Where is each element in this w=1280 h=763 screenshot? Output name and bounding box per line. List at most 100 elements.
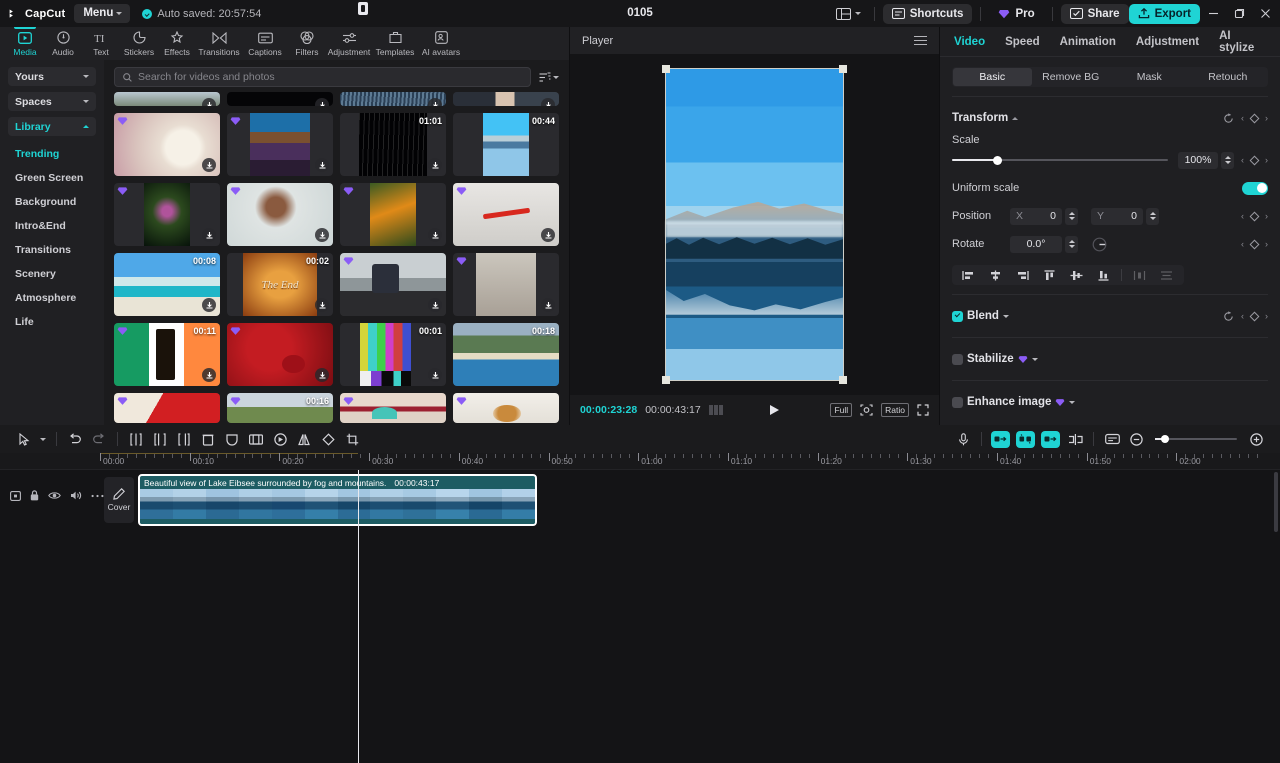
- timeline-scrollbar[interactable]: [1274, 472, 1278, 761]
- media-cell[interactable]: [227, 323, 333, 386]
- keyframe-prev-icon[interactable]: ‹: [1241, 211, 1244, 221]
- download-icon[interactable]: [315, 368, 329, 382]
- keyframe-next-icon[interactable]: ›: [1265, 155, 1268, 165]
- tab-video[interactable]: Video: [954, 36, 985, 48]
- media-cell[interactable]: 00:44: [453, 113, 559, 176]
- split-icon[interactable]: [124, 428, 148, 450]
- tab-filters[interactable]: Filters: [288, 27, 326, 60]
- align-left-icon[interactable]: [956, 266, 981, 284]
- chevron-down-icon[interactable]: [1032, 358, 1038, 361]
- distribute-h-icon[interactable]: [1127, 266, 1152, 284]
- tab-media[interactable]: Media: [6, 27, 44, 60]
- resize-handle-top-right[interactable]: [839, 65, 847, 73]
- position-x-stepper[interactable]: [1065, 208, 1078, 225]
- segment-mask[interactable]: Mask: [1110, 68, 1189, 86]
- align-bottom-icon[interactable]: [1091, 266, 1116, 284]
- media-cell[interactable]: [114, 393, 220, 423]
- keyframe-next-icon[interactable]: ›: [1265, 311, 1268, 321]
- media-cell[interactable]: [227, 113, 333, 176]
- download-icon[interactable]: [202, 298, 216, 312]
- resize-handle-bottom-left[interactable]: [662, 376, 670, 384]
- mirror-icon[interactable]: [292, 428, 316, 450]
- keyframe-prev-icon[interactable]: ‹: [1241, 239, 1244, 249]
- sidebar-item-transitions[interactable]: Transitions: [8, 238, 96, 262]
- download-icon[interactable]: [202, 368, 216, 382]
- select-tool-icon[interactable]: [12, 428, 36, 450]
- lock-icon[interactable]: [30, 490, 39, 501]
- zoom-in-icon[interactable]: [1244, 428, 1268, 450]
- redo-icon[interactable]: [87, 428, 111, 450]
- snap-icon[interactable]: [1063, 428, 1087, 450]
- auto-cut-icon[interactable]: [991, 431, 1010, 448]
- tab-templates[interactable]: Templates: [372, 27, 418, 60]
- keyframe-icon[interactable]: [1250, 239, 1260, 249]
- media-cell[interactable]: [340, 393, 446, 423]
- download-icon[interactable]: [202, 158, 216, 172]
- tab-stickers[interactable]: Stickers: [120, 27, 158, 60]
- layout-button[interactable]: [831, 5, 866, 23]
- mic-icon[interactable]: [951, 428, 975, 450]
- media-cell[interactable]: [453, 393, 559, 423]
- media-cell[interactable]: [453, 92, 559, 106]
- align-top-icon[interactable]: [1037, 266, 1062, 284]
- filter-button[interactable]: [539, 72, 559, 83]
- tab-audio[interactable]: Audio: [44, 27, 82, 60]
- scale-slider[interactable]: [952, 154, 1168, 166]
- tab-ai-avatars[interactable]: AI avatars: [418, 27, 464, 60]
- rotate-stepper[interactable]: [1065, 236, 1078, 253]
- restore-button[interactable]: [1226, 2, 1252, 26]
- download-icon[interactable]: [428, 98, 442, 106]
- play-button[interactable]: [769, 404, 780, 416]
- scale-stepper[interactable]: [1221, 152, 1234, 169]
- sidebar-item-scenery[interactable]: Scenery: [8, 262, 96, 286]
- keyframe-icon[interactable]: [1250, 113, 1260, 123]
- full-button[interactable]: Full: [830, 403, 852, 417]
- download-icon[interactable]: [428, 158, 442, 172]
- keyframe-prev-icon[interactable]: ‹: [1241, 113, 1244, 123]
- delete-icon[interactable]: [196, 428, 220, 450]
- scale-value[interactable]: 100%: [1178, 152, 1218, 169]
- download-icon[interactable]: [541, 228, 555, 242]
- sidebar-dropdown-spaces[interactable]: Spaces: [8, 92, 96, 111]
- download-icon[interactable]: [202, 228, 216, 242]
- keyframe-prev-icon[interactable]: ‹: [1241, 311, 1244, 321]
- sidebar-item-intro-end[interactable]: Intro&End: [8, 214, 96, 238]
- media-cell[interactable]: 00:08: [114, 253, 220, 316]
- sidebar-item-green-screen[interactable]: Green Screen: [8, 166, 96, 190]
- download-icon[interactable]: [428, 298, 442, 312]
- search-input[interactable]: Search for videos and photos: [114, 67, 531, 87]
- download-icon[interactable]: [428, 228, 442, 242]
- chevron-up-icon[interactable]: [1012, 117, 1018, 120]
- trim-right-icon[interactable]: [172, 428, 196, 450]
- sidebar-dropdown-library[interactable]: Library: [8, 117, 96, 136]
- sidebar-item-background[interactable]: Background: [8, 190, 96, 214]
- distribute-v-icon[interactable]: [1154, 266, 1179, 284]
- tab-adjustment[interactable]: Adjustment: [326, 27, 372, 60]
- media-cell[interactable]: The End 00:02: [227, 253, 333, 316]
- rotate-dial[interactable]: [1092, 237, 1107, 252]
- keyframe-icon[interactable]: [1250, 155, 1260, 165]
- video-canvas[interactable]: [666, 69, 843, 380]
- chevron-down-icon[interactable]: [1069, 401, 1075, 404]
- tab-adjustment[interactable]: Adjustment: [1136, 36, 1199, 48]
- resize-handle-bottom-right[interactable]: [839, 376, 847, 384]
- sidebar-item-life[interactable]: Life: [8, 310, 96, 334]
- media-cell[interactable]: [340, 183, 446, 246]
- media-cell[interactable]: 00:18: [453, 323, 559, 386]
- media-cell[interactable]: [114, 92, 220, 106]
- keyframe-icon[interactable]: [1250, 311, 1260, 321]
- tab-effects[interactable]: Effects: [158, 27, 196, 60]
- align-right-icon[interactable]: [1010, 266, 1035, 284]
- download-icon[interactable]: [315, 228, 329, 242]
- keyframe-icon[interactable]: [1250, 211, 1260, 221]
- reset-icon[interactable]: [1223, 113, 1234, 124]
- media-cell[interactable]: 00:11: [114, 323, 220, 386]
- download-icon[interactable]: [315, 98, 329, 106]
- media-cell[interactable]: [453, 253, 559, 316]
- tab-transitions[interactable]: Transitions: [196, 27, 242, 60]
- media-cell[interactable]: [453, 183, 559, 246]
- blend-checkbox[interactable]: [952, 311, 963, 322]
- ratio-button[interactable]: Ratio: [881, 403, 909, 417]
- align-center-h-icon[interactable]: [983, 266, 1008, 284]
- sidebar-dropdown-yours[interactable]: Yours: [8, 67, 96, 86]
